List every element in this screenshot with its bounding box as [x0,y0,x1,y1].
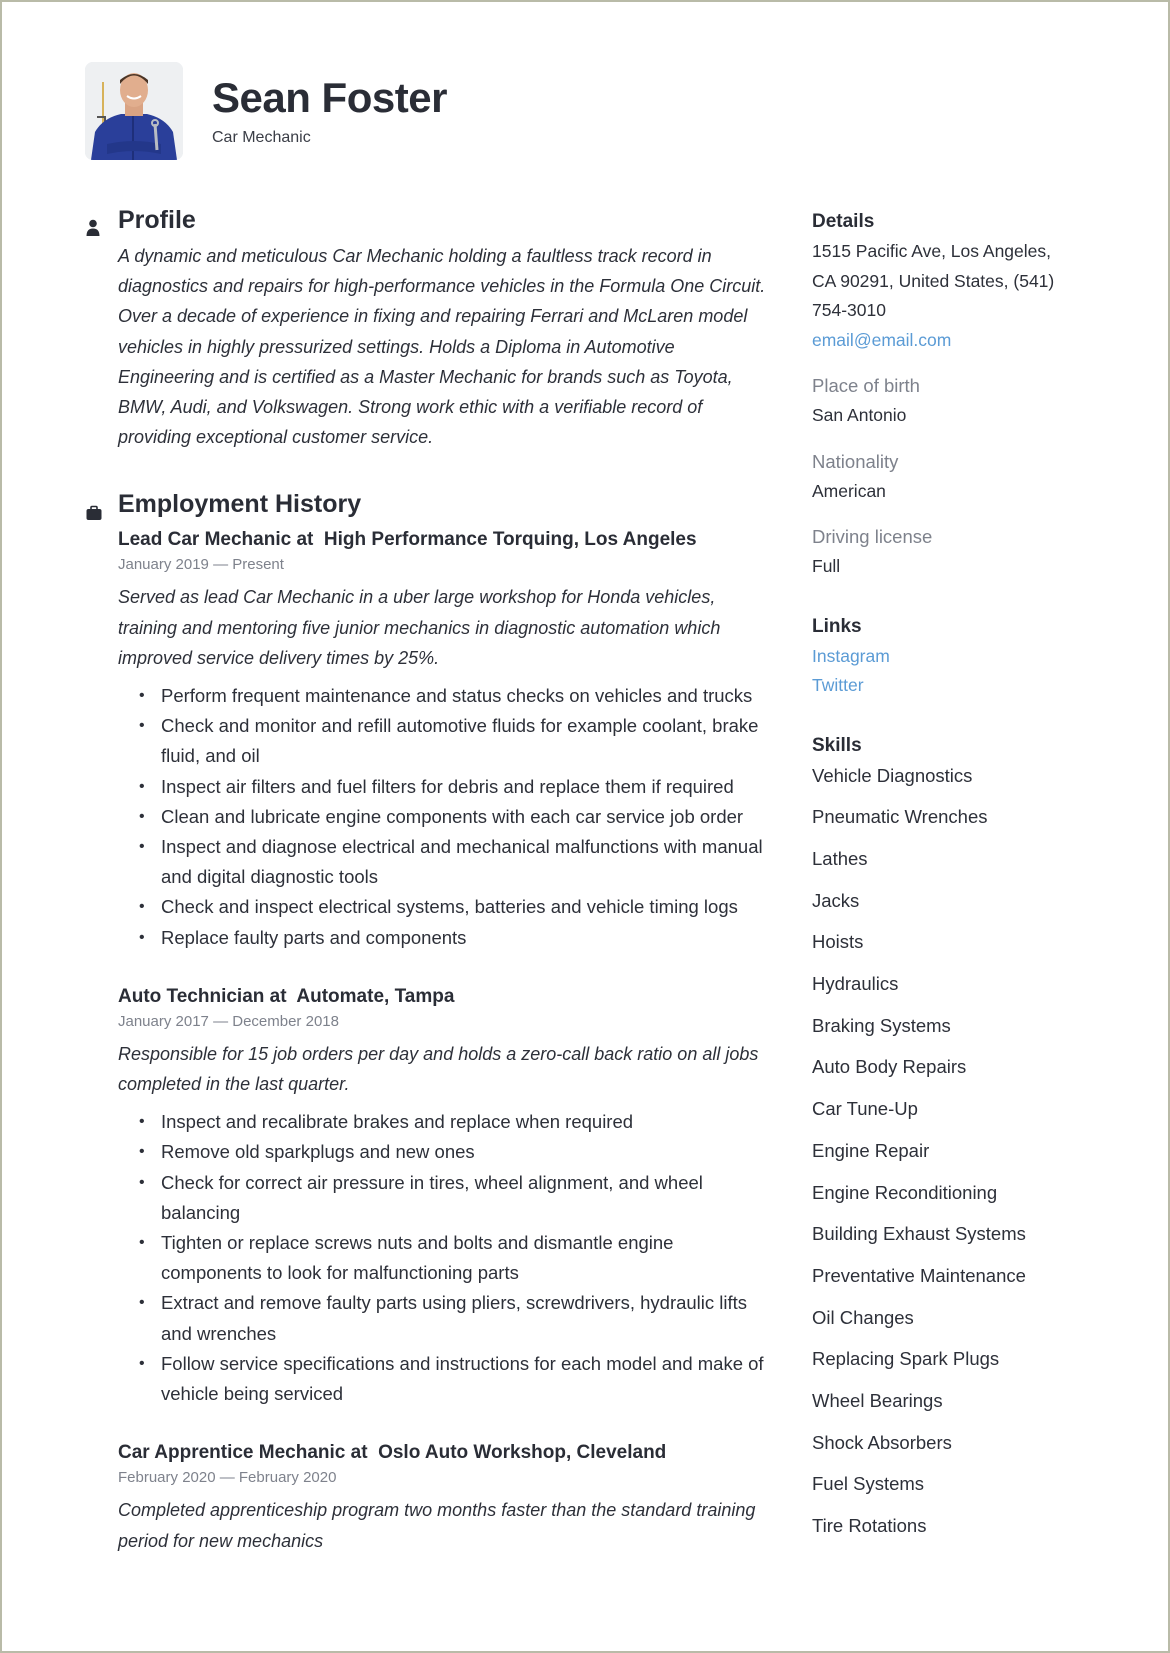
job-dates: January 2019 — Present [118,556,284,574]
profile-photo [85,62,183,160]
profile-summary: A dynamic and meticulous Car Mechanic ho… [118,246,766,448]
job-responsibilities: Inspect and recalibrate brakes and repla… [118,1107,768,1409]
candidate-job-title: Car Mechanic [212,129,311,146]
job-entry: Lead Car Mechanic at High Performance To… [118,526,768,953]
link-twitter[interactable]: Twitter [812,671,1112,701]
skill-item: Engine Repair [812,1139,930,1161]
skill-item: Pneumatic Wrenches [812,806,988,828]
job-title: Lead Car Mechanic at High Performance To… [118,529,697,551]
responsibility-item: Remove old sparkplugs and new ones [139,1137,768,1167]
responsibility-item: Perform frequent maintenance and status … [139,681,768,711]
employment-heading-text: Employment History [118,490,362,519]
skill-item: Tire Rotations [812,1515,927,1537]
main-column: Profile A dynamic and meticulous Car Mec… [86,202,768,1556]
responsibility-item: Extract and remove faulty parts using pl… [139,1288,768,1348]
briefcase-icon [86,495,102,521]
profile-heading: Profile [86,202,768,238]
responsibility-item: Inspect air filters and fuel filters for… [139,772,768,802]
job-summary: Responsible for 15 job orders per day an… [118,1043,759,1095]
skill-item: Hydraulics [812,973,899,995]
address-line: CA 90291, United States, (541) [812,270,1055,291]
job-responsibilities: Perform frequent maintenance and status … [118,681,768,953]
driving-license-value: Full [812,556,841,576]
email-link[interactable]: email@email.com [812,326,1112,356]
address-line: 1515 Pacific Ave, Los Angeles, [812,241,1052,261]
nationality-label: Nationality [812,450,899,472]
responsibility-item: Check for correct air pressure in tires,… [139,1168,768,1228]
responsibility-item: Inspect and recalibrate brakes and repla… [139,1107,768,1137]
resume-page: Sean Foster Car Mechanic Profile A dynam… [0,0,1170,1653]
skill-item: Building Exhaust Systems [812,1223,1026,1245]
responsibility-item: Inspect and diagnose electrical and mech… [139,832,768,892]
responsibility-item: Follow service specifications and instru… [139,1349,768,1409]
nationality-value: American [812,480,886,501]
skill-item: Vehicle Diagnostics [812,764,973,786]
skill-item: Lathes [812,847,868,869]
job-summary: Completed apprenticeship program two mon… [118,1500,756,1551]
skill-item: Auto Body Repairs [812,1056,967,1078]
skill-item: Shock Absorbers [812,1431,952,1453]
job-summary: Served as lead Car Mechanic in a uber la… [118,587,721,668]
skill-item: Car Tune-Up [812,1098,918,1120]
phone-line: 754-3010 [812,300,886,320]
details-heading: Details [812,211,875,232]
skill-item: Jacks [812,889,860,911]
driving-license-label: Driving license [812,526,933,547]
skill-item: Replacing Spark Plugs [812,1348,1000,1370]
responsibility-item: Check and inspect electrical systems, ba… [139,892,768,922]
links-heading: Links [812,615,862,637]
skill-item: Oil Changes [812,1306,914,1328]
skill-item: Preventative Maintenance [812,1264,1026,1286]
job-title: Auto Technician at Automate, Tampa [118,985,455,1007]
skill-item: Fuel Systems [812,1473,925,1495]
mechanic-portrait-image [85,62,183,160]
profile-heading-text: Profile [118,206,196,234]
job-title: Car Apprentice Mechanic at Oslo Auto Wor… [118,1442,667,1464]
skill-item: Hoists [812,931,864,953]
skill-item: Engine Reconditioning [812,1181,998,1203]
responsibility-item: Tighten or replace screws nuts and bolts… [139,1228,768,1288]
link-instagram[interactable]: Instagram [812,642,1112,672]
job-list: Lead Car Mechanic at High Performance To… [118,526,768,1555]
responsibility-item: Check and monitor and refill automotive … [139,711,768,771]
employment-heading: Employment History [86,486,768,522]
skill-item: Braking Systems [812,1014,951,1036]
job-entry: Auto Technician at Automate, Tampa Januar… [118,983,768,1409]
place-of-birth-label: Place of birth [812,375,920,396]
job-dates: February 2020 — February 2020 [118,1469,337,1487]
skill-item: Wheel Bearings [812,1390,943,1412]
responsibility-item: Clean and lubricate engine components wi… [139,802,768,832]
sidebar-column: Details 1515 Pacific Ave, Los Angeles, C… [812,207,1112,1547]
job-entry: Car Apprentice Mechanic at Oslo Auto Wor… [118,1439,768,1555]
person-icon [86,211,102,236]
candidate-name: Sean Foster [212,74,447,121]
responsibility-item: Replace faulty parts and components [139,923,768,953]
skills-list: Vehicle Diagnostics Pneumatic Wrenches Lat… [812,755,1112,1547]
job-dates: January 2017 — December 2018 [118,1012,339,1030]
place-of-birth-value: San Antonio [812,405,907,425]
